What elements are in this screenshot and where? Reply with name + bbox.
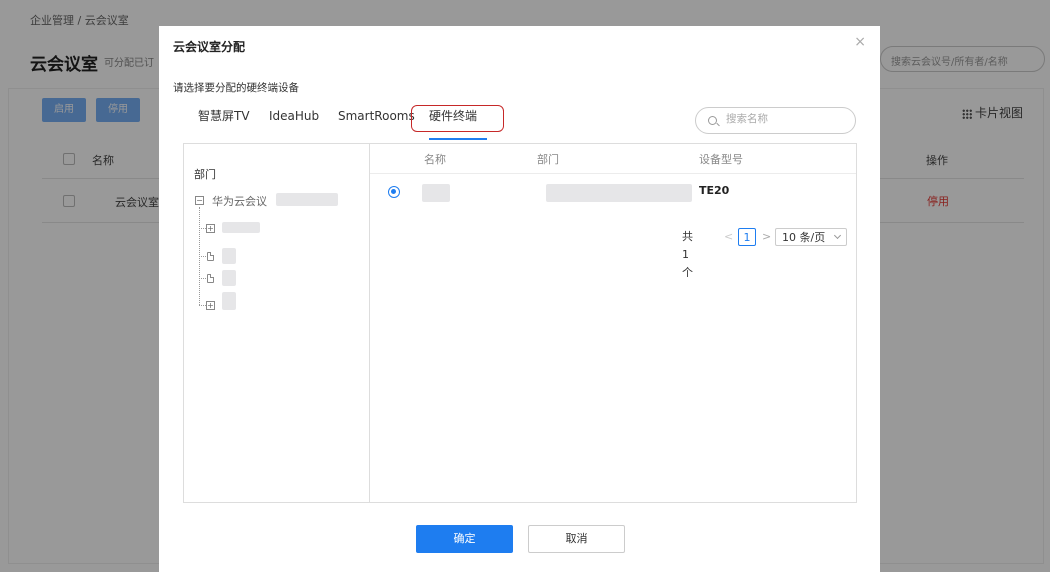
tree-connector: [199, 278, 206, 279]
cancel-button[interactable]: 取消: [528, 525, 625, 553]
file-icon: [207, 274, 214, 283]
tree-root-label[interactable]: 华为云会议: [212, 193, 267, 209]
name-search-input[interactable]: [726, 113, 846, 125]
column-header-model: 设备型号: [699, 153, 743, 166]
redacted-text: [222, 270, 236, 286]
dialog-hint: 请选择要分配的硬终端设备: [173, 82, 299, 94]
close-icon[interactable]: ×: [854, 34, 866, 50]
tab-smart-screen-tv[interactable]: 智慧屏TV: [198, 104, 250, 140]
name-search-box[interactable]: [695, 107, 856, 134]
tab-smartrooms[interactable]: SmartRooms: [338, 104, 415, 140]
redacted-text: [546, 184, 692, 202]
page-number-current[interactable]: 1: [738, 228, 756, 246]
assign-dialog: 云会议室分配 × 请选择要分配的硬终端设备 智慧屏TV IdeaHub Smar…: [159, 26, 880, 572]
redacted-text: [222, 292, 236, 310]
dialog-title: 云会议室分配: [173, 40, 246, 54]
pagination-total: 共1个: [682, 230, 693, 279]
highlight-annotation: [411, 105, 504, 132]
active-tab-indicator: [429, 138, 487, 140]
device-model-cell: TE20: [699, 184, 730, 197]
department-header: 部门: [194, 168, 216, 181]
search-icon: [708, 116, 717, 125]
column-header-department: 部门: [537, 153, 559, 166]
device-radio-selected[interactable]: [388, 186, 400, 198]
tree-connector: [199, 256, 206, 257]
collapse-icon[interactable]: −: [195, 196, 204, 205]
prev-page-icon[interactable]: <: [724, 228, 733, 246]
header-divider: [370, 173, 856, 174]
page-size-label: 10 条/页: [782, 231, 826, 244]
redacted-text: [222, 248, 236, 264]
tab-ideahub[interactable]: IdeaHub: [269, 104, 319, 140]
department-tree-panel: 部门 − 华为云会议 + +: [183, 143, 369, 503]
redacted-text: [422, 184, 450, 202]
next-page-icon[interactable]: >: [762, 228, 771, 246]
expand-icon[interactable]: +: [206, 301, 215, 310]
redacted-text: [276, 193, 338, 206]
redacted-text: [222, 222, 260, 233]
page-size-select[interactable]: 10 条/页: [775, 228, 847, 246]
expand-icon[interactable]: +: [206, 224, 215, 233]
chevron-down-icon: [833, 231, 842, 240]
file-icon: [207, 252, 214, 261]
column-header-name: 名称: [424, 153, 446, 166]
tree-connector: [199, 305, 206, 306]
device-table-panel: 名称 部门 设备型号 TE20 共1个 < 1 > 10 条/页: [369, 143, 857, 503]
confirm-button[interactable]: 确定: [416, 525, 513, 553]
tree-connector: [199, 228, 206, 229]
